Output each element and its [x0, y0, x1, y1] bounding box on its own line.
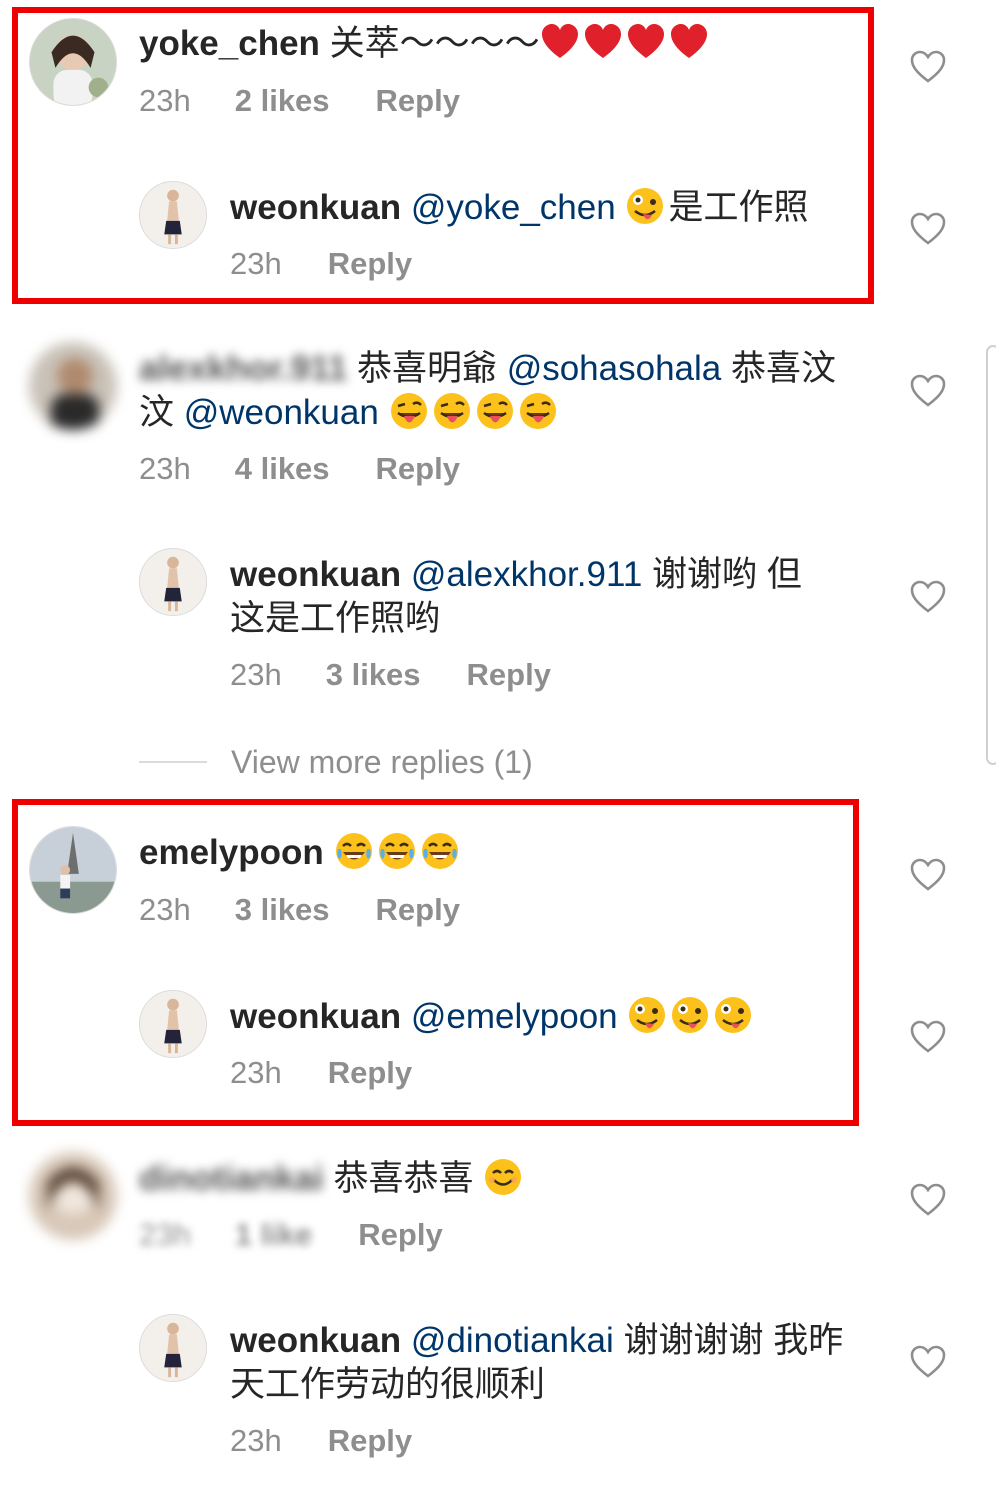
heart-outline-icon[interactable]: [910, 1183, 946, 1217]
scrollbar[interactable]: [986, 345, 996, 765]
timestamp: 23h: [230, 1423, 282, 1458]
comment-text: 关萃〜〜〜〜: [319, 24, 540, 63]
reply-button[interactable]: Reply: [358, 1215, 442, 1255]
timestamp: 23h: [139, 83, 191, 118]
comment-text: 恭喜明爺: [347, 349, 507, 388]
tears-of-joy-icon: [334, 831, 374, 871]
comment-body: weonkuan @alexkhor.911 谢谢哟 但这是工作照哟: [230, 553, 802, 641]
mention-link[interactable]: @dinotiankai: [411, 1321, 614, 1360]
comment-body: weonkuan @emelypoon: [230, 995, 756, 1039]
comment-body: dinotiankai 恭喜恭喜: [139, 1157, 526, 1201]
comment-text: 是工作照: [668, 188, 809, 227]
view-more-replies[interactable]: View more replies (1): [139, 740, 533, 784]
username[interactable]: yoke_chen: [139, 24, 320, 63]
comment-meta: 23h Reply: [230, 1053, 412, 1093]
reply-button[interactable]: Reply: [376, 890, 460, 930]
username[interactable]: weonkuan: [230, 1321, 401, 1360]
zany-face-icon: [713, 995, 753, 1035]
avatar-weonkuan[interactable]: [139, 1314, 207, 1382]
heart-outline-icon[interactable]: [910, 50, 946, 84]
red-heart-icon: [583, 22, 623, 62]
heart-outline-icon[interactable]: [910, 1345, 946, 1379]
avatar-emelypoon[interactable]: [29, 826, 117, 914]
comment-text: 谢谢谢谢 我昨: [613, 1321, 844, 1360]
heart-outline-icon[interactable]: [910, 374, 946, 408]
zany-face-icon: [627, 995, 667, 1035]
reply-button[interactable]: Reply: [467, 655, 551, 695]
likes-count[interactable]: 1 like: [235, 1215, 313, 1255]
username[interactable]: dinotiankai: [139, 1159, 324, 1198]
heart-outline-icon[interactable]: [910, 1020, 946, 1054]
tongue-wink-icon: [518, 391, 558, 431]
comment-text: 谢谢哟 但: [642, 555, 802, 594]
smiling-face-icon: [483, 1157, 523, 1197]
likes-count[interactable]: 3 likes: [235, 890, 330, 930]
timestamp: 23h: [139, 1217, 191, 1252]
username[interactable]: weonkuan: [230, 188, 401, 227]
timestamp: 23h: [139, 451, 191, 486]
comment-body: alexkhor.911 恭喜明爺 @sohasohala 恭喜汶汶 @weon…: [139, 347, 869, 435]
heart-outline-icon[interactable]: [910, 580, 946, 614]
zany-face-icon: [670, 995, 710, 1035]
tongue-wink-icon: [432, 391, 472, 431]
reply-button[interactable]: Reply: [328, 1421, 412, 1461]
avatar-dinotiankai[interactable]: [29, 1152, 117, 1240]
timestamp: 23h: [139, 892, 191, 927]
comment-meta: 23h 1 like Reply: [139, 1215, 443, 1255]
comment-meta: 23h 3 likes Reply: [230, 655, 551, 695]
avatar-alexkhor[interactable]: [29, 342, 117, 430]
likes-count[interactable]: 4 likes: [235, 449, 330, 489]
heart-outline-icon[interactable]: [910, 858, 946, 892]
username[interactable]: weonkuan: [230, 555, 401, 594]
timestamp: 23h: [230, 246, 282, 281]
comment-meta: 23h 3 likes Reply: [139, 890, 460, 930]
avatar-weonkuan[interactable]: [139, 990, 207, 1058]
mention-link[interactable]: @sohasohala: [507, 349, 722, 388]
mention-link[interactable]: @alexkhor.911: [411, 555, 642, 594]
reply-button[interactable]: Reply: [328, 1053, 412, 1093]
avatar-weonkuan[interactable]: [139, 548, 207, 616]
avatar-yoke-chen[interactable]: [29, 18, 117, 106]
mention-link[interactable]: @yoke_chen: [411, 188, 616, 227]
zany-face-icon: [625, 186, 665, 226]
tongue-wink-icon: [475, 391, 515, 431]
comment-text: 恭喜恭喜: [323, 1159, 484, 1198]
comment-body: weonkuan @dinotiankai 谢谢谢谢 我昨天工作劳动的很顺利: [230, 1319, 843, 1407]
username[interactable]: alexkhor.911: [139, 349, 347, 388]
timestamp: 23h: [230, 657, 282, 692]
divider-line: [139, 761, 207, 763]
comment-body: emelypoon: [139, 831, 463, 875]
comment-body: yoke_chen 关萃〜〜〜〜: [139, 22, 712, 66]
tears-of-joy-icon: [377, 831, 417, 871]
username[interactable]: weonkuan: [230, 997, 401, 1036]
comment-meta: 23h 4 likes Reply: [139, 449, 460, 489]
red-heart-icon: [669, 22, 709, 62]
reply-button[interactable]: Reply: [328, 244, 412, 284]
comment-meta: 23h Reply: [230, 244, 412, 284]
timestamp: 23h: [230, 1055, 282, 1090]
reply-button[interactable]: Reply: [376, 449, 460, 489]
red-heart-icon: [540, 22, 580, 62]
mention-link[interactable]: @emelypoon: [411, 997, 618, 1036]
view-more-replies-label[interactable]: View more replies (1): [231, 744, 533, 781]
comment-body: weonkuan @yoke_chen 是工作照: [230, 186, 808, 230]
mention-link[interactable]: @weonkuan: [184, 393, 379, 432]
reply-button[interactable]: Reply: [376, 81, 460, 121]
likes-count[interactable]: 3 likes: [326, 655, 421, 695]
comment-meta: 23h 2 likes Reply: [139, 81, 460, 121]
comment-meta: 23h Reply: [230, 1421, 412, 1461]
comment-text: 恭喜汶: [721, 349, 836, 388]
comment-text: 天工作劳动的很顺利: [230, 1365, 546, 1404]
username[interactable]: emelypoon: [139, 833, 324, 872]
red-heart-icon: [626, 22, 666, 62]
likes-count[interactable]: 2 likes: [235, 81, 330, 121]
tears-of-joy-icon: [420, 831, 460, 871]
tongue-wink-icon: [389, 391, 429, 431]
comment-text: 汶: [139, 393, 184, 432]
avatar-weonkuan[interactable]: [139, 181, 207, 249]
comment-text: 这是工作照哟: [230, 599, 441, 638]
heart-outline-icon[interactable]: [910, 212, 946, 246]
